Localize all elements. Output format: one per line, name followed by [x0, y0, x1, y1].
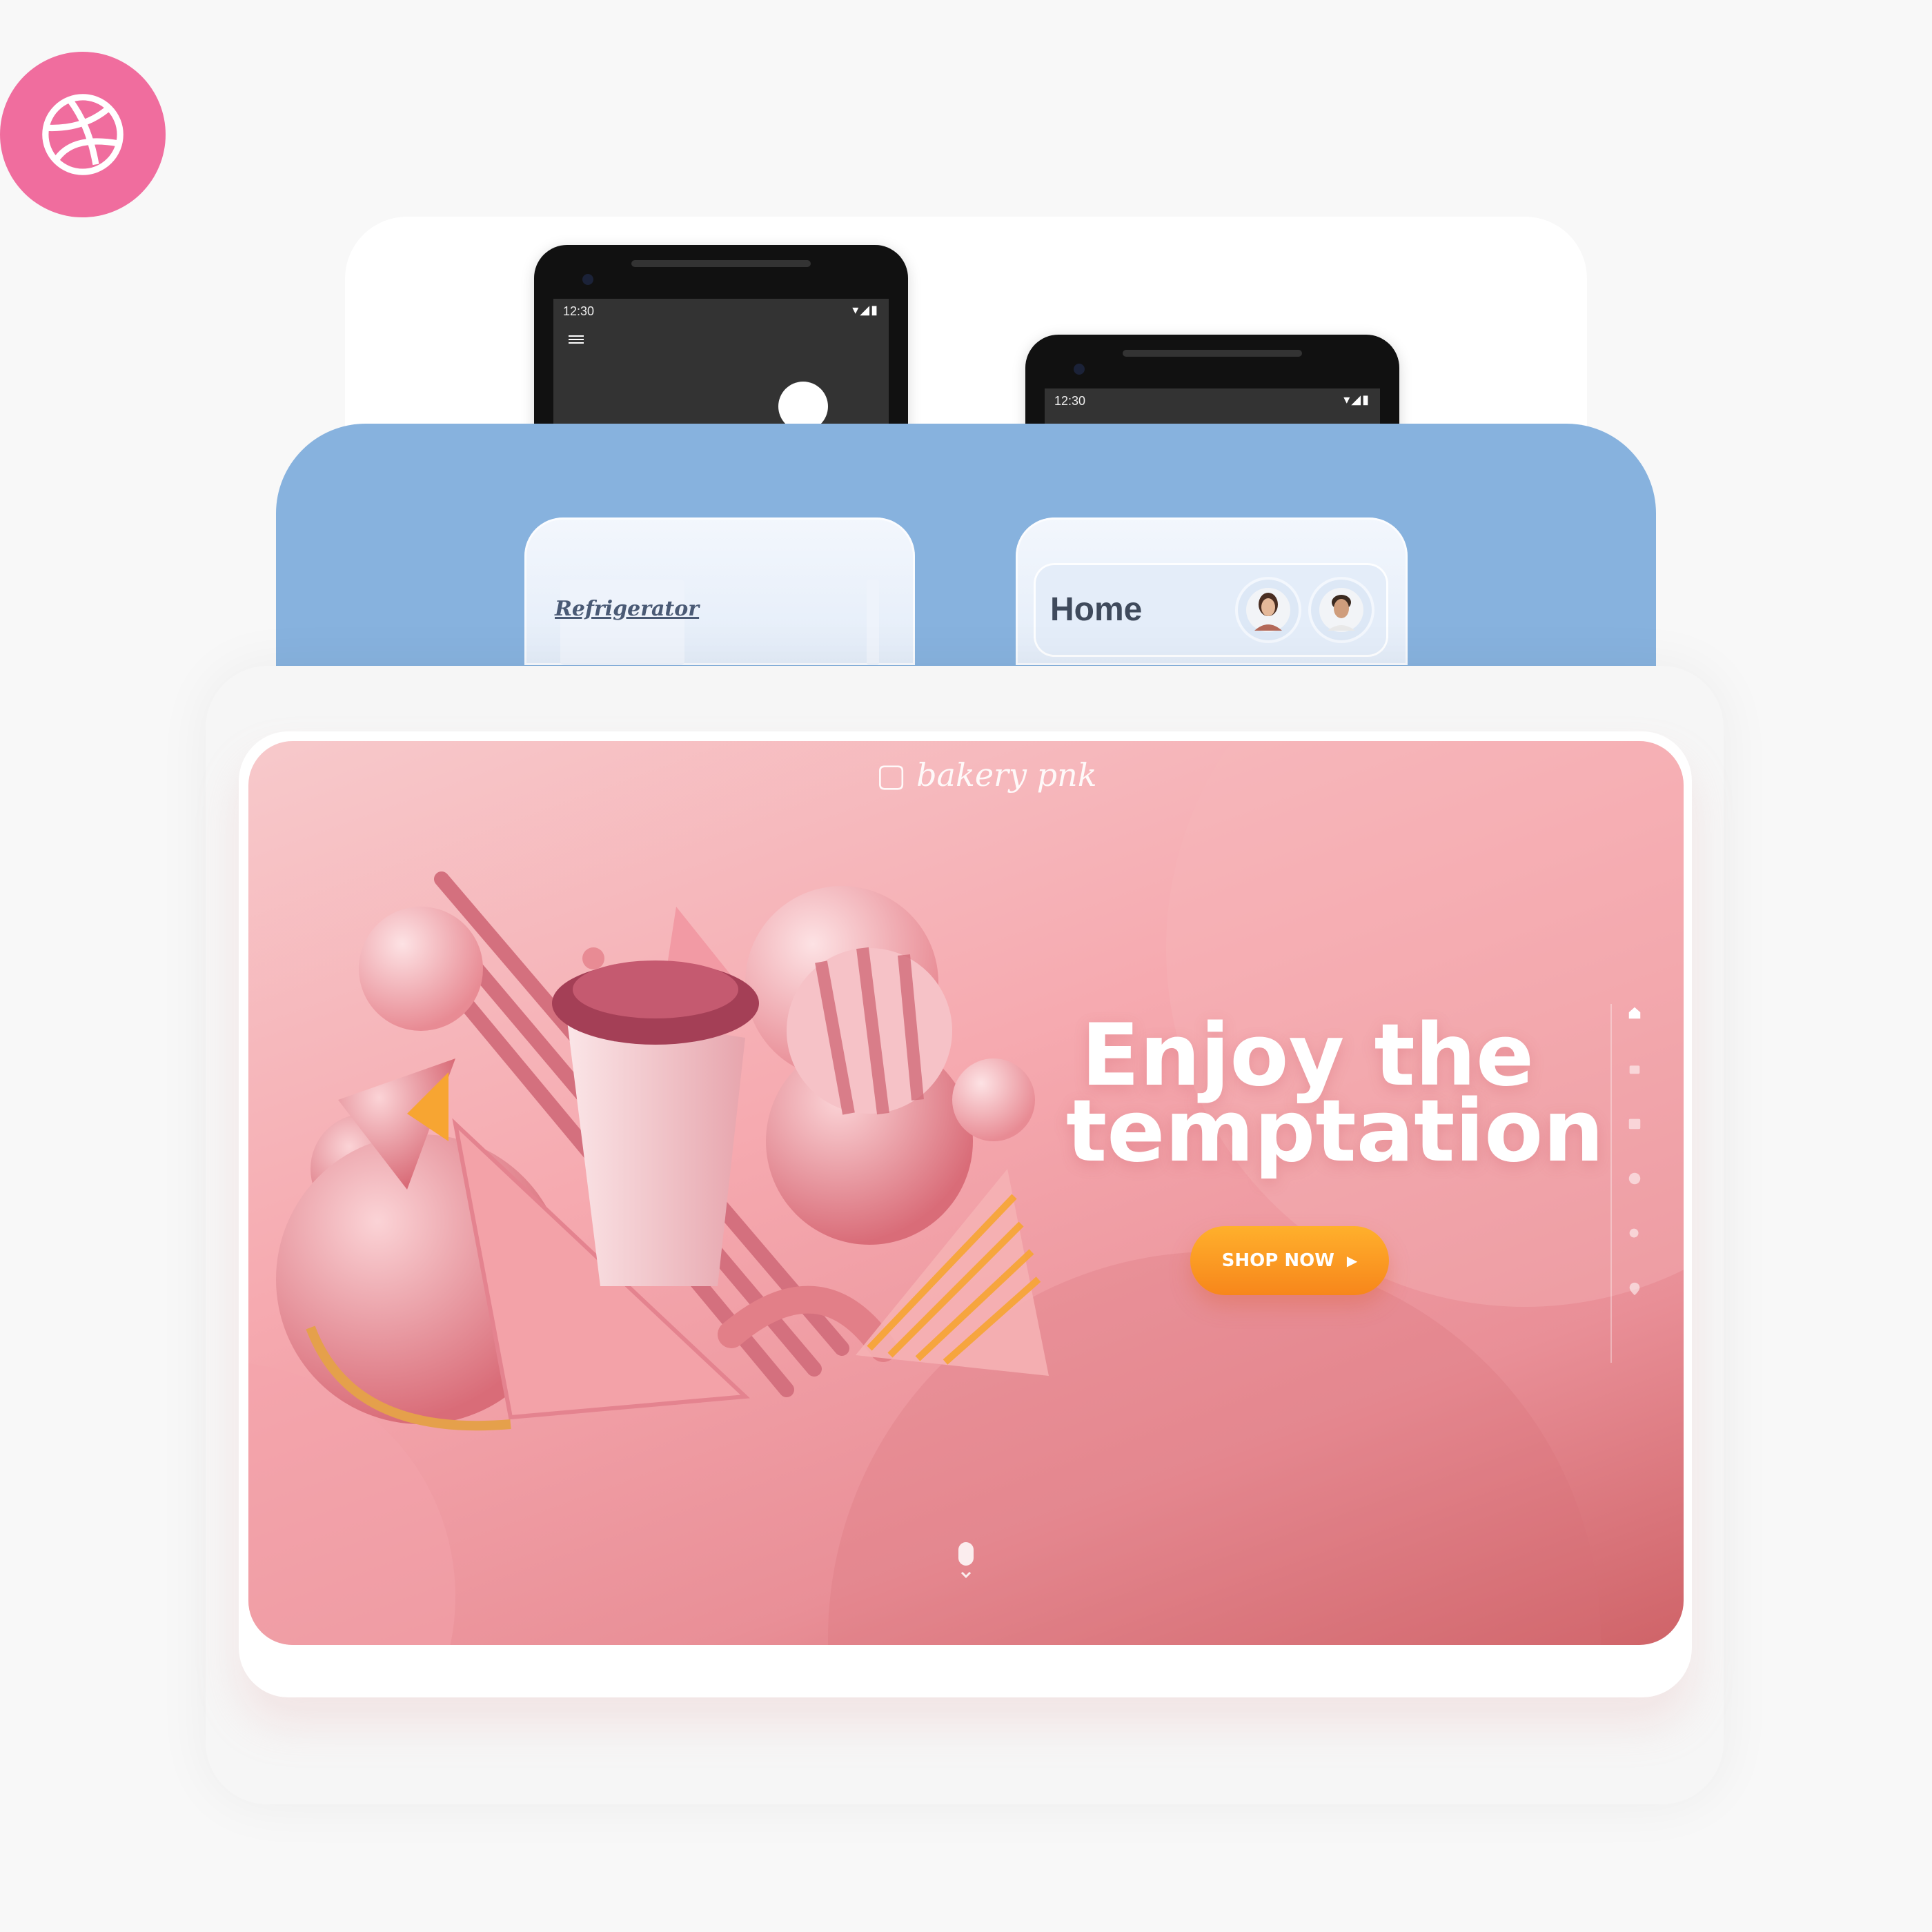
phone-time: 12:30: [563, 304, 595, 318]
hero-illustration: [248, 741, 1684, 1645]
bag-icon[interactable]: [1626, 1059, 1644, 1077]
calendar-icon[interactable]: [1626, 1114, 1644, 1132]
dribbble-icon: [42, 94, 124, 175]
fridge-door: [560, 580, 684, 665]
brand-logo[interactable]: ▢ bakery pnk: [876, 756, 1097, 793]
fridge-handle: [867, 580, 879, 665]
hero-banner: [248, 741, 1684, 1645]
search-icon[interactable]: [1626, 1225, 1644, 1243]
shop-now-label: SHOP NOW: [1221, 1250, 1334, 1271]
shop-now-button[interactable]: SHOP NOW ▶: [1190, 1226, 1389, 1295]
home-widget[interactable]: Home: [1016, 518, 1408, 665]
phone-camera: [582, 274, 593, 285]
hero-headline: Enjoy the temptation: [1066, 1013, 1604, 1181]
phone-speaker: [1123, 350, 1302, 357]
location-icon[interactable]: [1626, 1280, 1644, 1298]
phone-status-icons: ▾◢▮: [852, 303, 879, 317]
side-nav: [1608, 1004, 1649, 1363]
fridge-label: Refrigerator: [555, 597, 700, 621]
phone-camera: [1074, 364, 1085, 375]
popsicle-icon: ▢: [876, 756, 907, 793]
phone-speaker: [631, 260, 811, 267]
avatar-woman-icon: [1246, 588, 1290, 632]
side-nav-track: [1610, 1004, 1612, 1363]
home-header-pill: Home: [1034, 563, 1388, 657]
hamburger-menu-icon[interactable]: [569, 333, 584, 346]
chat-icon[interactable]: [1626, 1170, 1644, 1187]
phone-time: 12:30: [1054, 394, 1086, 408]
phone-status-icons: ▾◢▮: [1343, 393, 1370, 406]
headline-line-2: temptation: [1066, 1082, 1604, 1181]
dribbble-badge[interactable]: [0, 52, 166, 217]
avatar-woman[interactable]: [1238, 580, 1299, 640]
home-icon[interactable]: [1626, 1004, 1644, 1022]
avatar-man[interactable]: [1311, 580, 1372, 640]
mouse-scroll-icon: [958, 1542, 974, 1579]
fridge-widget[interactable]: Refrigerator: [524, 518, 915, 665]
home-title: Home: [1050, 591, 1143, 628]
brand-logo-text: bakery pnk: [916, 756, 1097, 793]
scroll-down-indicator[interactable]: [956, 1542, 976, 1587]
avatar-man-icon: [1319, 588, 1363, 632]
play-arrow-icon: ▶: [1346, 1252, 1358, 1269]
